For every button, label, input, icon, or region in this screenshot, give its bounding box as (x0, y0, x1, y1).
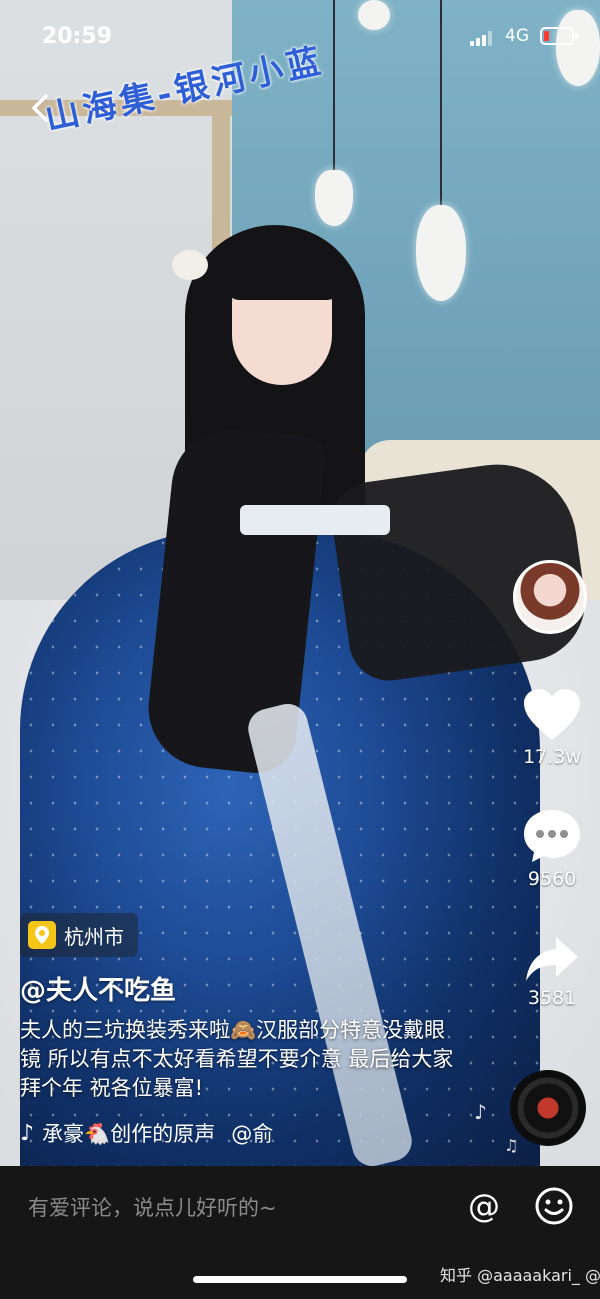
comment-input[interactable]: 有爱评论，说点儿好听的~ (28, 1192, 277, 1222)
share-arrow-icon (526, 937, 578, 981)
location-label: 杭州市 (64, 924, 124, 949)
chevron-left-icon[interactable] (26, 90, 56, 126)
comment-count: 9560 (527, 868, 577, 890)
source-credit: 知乎 @aaaaakari_ @丁小晨同学 (440, 1266, 600, 1285)
author-handle[interactable]: @夫人不吃鱼 (20, 970, 176, 1007)
like-button[interactable]: 17.3w (510, 688, 594, 768)
post-description: 夫人的三坑换装秀来啦🙈汉服部分特意没戴眼镜 所以有点不太好看希望不要介意 最后给… (20, 1018, 454, 1100)
music-disc-icon[interactable] (510, 1070, 586, 1146)
signal-strength-icon (470, 30, 496, 46)
author-avatar[interactable] (513, 560, 587, 634)
music-title: 承豪🐔创作的原声 (42, 1122, 216, 1146)
status-time: 20:59 (42, 24, 113, 49)
share-count: 3581 (527, 987, 577, 1009)
at-mention-icon[interactable]: @ (464, 1186, 504, 1226)
share-button[interactable]: 3581 (510, 935, 594, 1009)
music-author: @俞 (231, 1122, 274, 1146)
video-player-screen: 山海集-银河小蓝 20:59 4G 17.3w 9560 3581 杭州市 @夫… (0, 0, 600, 1299)
pendant-lamp (416, 205, 466, 301)
music-track[interactable]: ♪ 承豪🐔创作的原声 @俞 (20, 1118, 360, 1148)
emoji-icon[interactable] (534, 1186, 574, 1226)
comment-bubble-icon (524, 810, 580, 862)
status-bar: 20:59 4G (0, 0, 600, 74)
location-tag[interactable]: 杭州市 (20, 913, 138, 957)
location-pin-icon (28, 921, 56, 949)
home-indicator[interactable] (193, 1276, 407, 1283)
heart-icon (524, 689, 580, 740)
figure-bodice (240, 505, 390, 535)
music-note-icon: ♪ (20, 1120, 35, 1146)
network-type: 4G (505, 26, 529, 46)
battery-icon (540, 27, 578, 45)
comment-button[interactable]: 9560 (510, 808, 594, 890)
floating-note-icon: ♫ (504, 1136, 519, 1155)
pendant-lamp (315, 170, 353, 226)
floating-note-icon: ♪ (474, 1100, 487, 1124)
hair-ornament (172, 250, 208, 280)
like-count: 17.3w (523, 746, 581, 768)
